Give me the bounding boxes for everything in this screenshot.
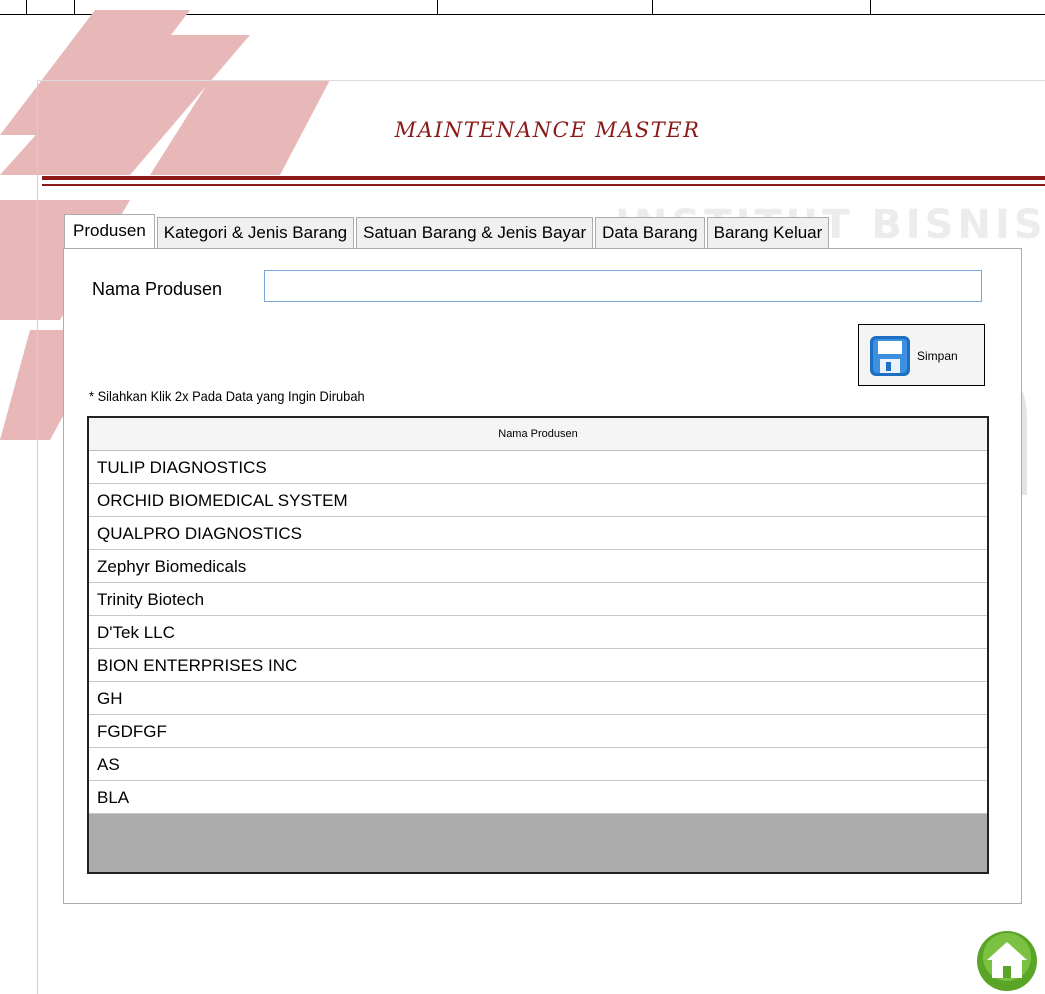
table-row[interactable]: Trinity Biotech (89, 583, 987, 616)
table-row[interactable]: BLA (89, 781, 987, 814)
table-row[interactable]: QUALPRO DIAGNOSTICS (89, 517, 987, 550)
table-row[interactable]: FGDFGF (89, 715, 987, 748)
tab-satuan-barang-jenis-bayar[interactable]: Satuan Barang & Jenis Bayar (356, 217, 594, 248)
tab-kategori-jenis-barang[interactable]: Kategori & Jenis Barang (156, 217, 355, 248)
floppy-disk-icon (870, 336, 910, 376)
column-header-nama-produsen[interactable]: Nama Produsen (89, 418, 987, 451)
table-divider (437, 0, 438, 14)
table-divider (74, 0, 75, 14)
nama-produsen-input[interactable] (264, 270, 982, 302)
table-row[interactable]: ORCHID BIOMEDICAL SYSTEM (89, 484, 987, 517)
tab-bar: Produsen Kategori & Jenis Barang Satuan … (64, 214, 831, 249)
top-table-fragment (0, 0, 1045, 15)
title-rule (42, 176, 1045, 180)
table-divider (652, 0, 653, 14)
table-row[interactable]: AS (89, 748, 987, 781)
title-rule (42, 184, 1045, 186)
table-row[interactable]: D'Tek LLC (89, 616, 987, 649)
nama-produsen-label: Nama Produsen (92, 279, 223, 299)
table-row[interactable]: BION ENTERPRISES INC (89, 649, 987, 682)
save-button-label: Simpan (917, 349, 958, 363)
home-icon[interactable] (975, 929, 1039, 993)
produsen-grid[interactable]: Nama Produsen TULIP DIAGNOSTICS ORCHID B… (87, 416, 989, 874)
table-row[interactable]: Zephyr Biomedicals (89, 550, 987, 583)
tab-data-barang[interactable]: Data Barang (595, 217, 705, 248)
tab-barang-keluar[interactable]: Barang Keluar (706, 217, 830, 248)
edit-hint: * Silahkan Klik 2x Pada Data yang Ingin … (89, 388, 365, 404)
table-row[interactable]: TULIP DIAGNOSTICS (89, 451, 987, 484)
table-divider (870, 0, 871, 14)
table-row[interactable]: GH (89, 682, 987, 715)
save-button[interactable]: Simpan (858, 324, 985, 386)
page-title: MAINTENANCE MASTER (394, 118, 701, 142)
tab-produsen[interactable]: Produsen (64, 214, 155, 249)
table-divider (26, 0, 27, 14)
